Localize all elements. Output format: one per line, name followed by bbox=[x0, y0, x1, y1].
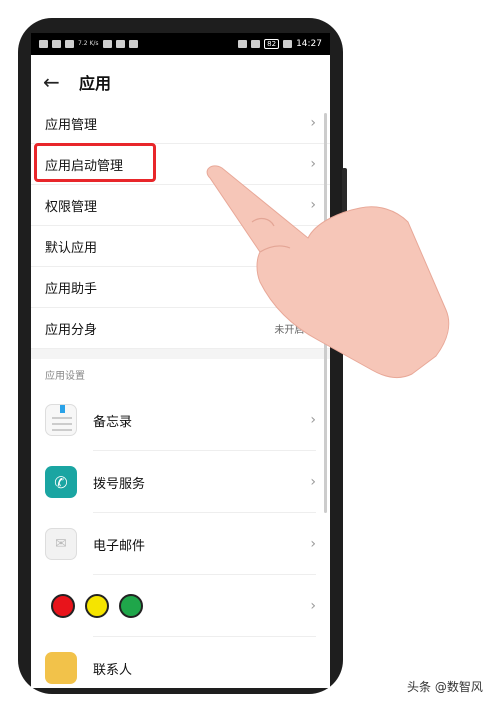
memo-line bbox=[52, 417, 72, 419]
signal-icon bbox=[52, 40, 61, 48]
yellow-dot-icon bbox=[85, 594, 109, 618]
chevron-right-icon: › bbox=[310, 474, 316, 490]
phone-icon: ✆ bbox=[45, 466, 77, 498]
charging-icon bbox=[283, 40, 293, 48]
chevron-right-icon: › bbox=[310, 115, 316, 131]
status-right: 82 14:27 bbox=[238, 39, 322, 49]
app-item-memo[interactable]: 备忘录 › bbox=[31, 389, 330, 451]
screenshot-stage: 7.2 K/s 82 14:27 ← 应用 应用管理 › 应用启动管理 › 权限… bbox=[0, 0, 499, 705]
status-left: 7.2 K/s bbox=[39, 40, 138, 48]
notification-icon bbox=[115, 40, 125, 48]
watermark: 头条 @数智风 bbox=[407, 680, 483, 694]
status-time: 14:27 bbox=[296, 39, 322, 49]
network-speed: 7.2 K/s bbox=[78, 40, 99, 47]
app-item-label: 备忘录 bbox=[93, 414, 133, 430]
memo-line bbox=[52, 429, 72, 431]
color-dots bbox=[45, 594, 310, 618]
status-bar: 7.2 K/s 82 14:27 bbox=[31, 33, 330, 55]
page-header: ← 应用 bbox=[31, 55, 330, 109]
pointing-hand-icon bbox=[206, 165, 450, 378]
app-item-dialer[interactable]: ✆ 拨号服务 › bbox=[31, 451, 330, 513]
chevron-right-icon: › bbox=[310, 412, 316, 428]
chevron-right-icon: › bbox=[310, 536, 316, 552]
message-icon bbox=[128, 40, 138, 48]
chevron-right-icon: › bbox=[310, 598, 316, 614]
app-item-email[interactable]: ✉ 电子邮件 › bbox=[31, 513, 330, 575]
back-arrow-icon[interactable]: ← bbox=[43, 70, 65, 94]
mail-icon: ✉ bbox=[45, 528, 77, 560]
green-dot-icon bbox=[119, 594, 143, 618]
app-item-label: 电子邮件 bbox=[93, 538, 146, 554]
app-item-contacts[interactable]: 联系人 bbox=[31, 637, 330, 688]
app-item-label: 联系人 bbox=[93, 662, 133, 678]
app-item-redacted[interactable]: › bbox=[31, 575, 330, 637]
page-title: 应用 bbox=[79, 74, 112, 93]
highlight-box bbox=[34, 143, 156, 182]
settings-item-app-management[interactable]: 应用管理 › bbox=[31, 103, 330, 144]
wifi-icon bbox=[65, 40, 74, 48]
notification-icon bbox=[102, 40, 112, 48]
contact-icon bbox=[45, 652, 77, 684]
memo-icon bbox=[45, 404, 77, 436]
settings-item-label: 应用管理 bbox=[45, 117, 98, 133]
app-item-label: 拨号服务 bbox=[93, 476, 146, 492]
battery-indicator: 82 bbox=[264, 39, 280, 49]
memo-flag bbox=[60, 405, 65, 413]
hd-icon bbox=[39, 40, 48, 48]
eye-icon bbox=[238, 40, 248, 48]
memo-line bbox=[52, 423, 72, 425]
red-dot-icon bbox=[51, 594, 75, 618]
alarm-icon bbox=[251, 40, 261, 48]
